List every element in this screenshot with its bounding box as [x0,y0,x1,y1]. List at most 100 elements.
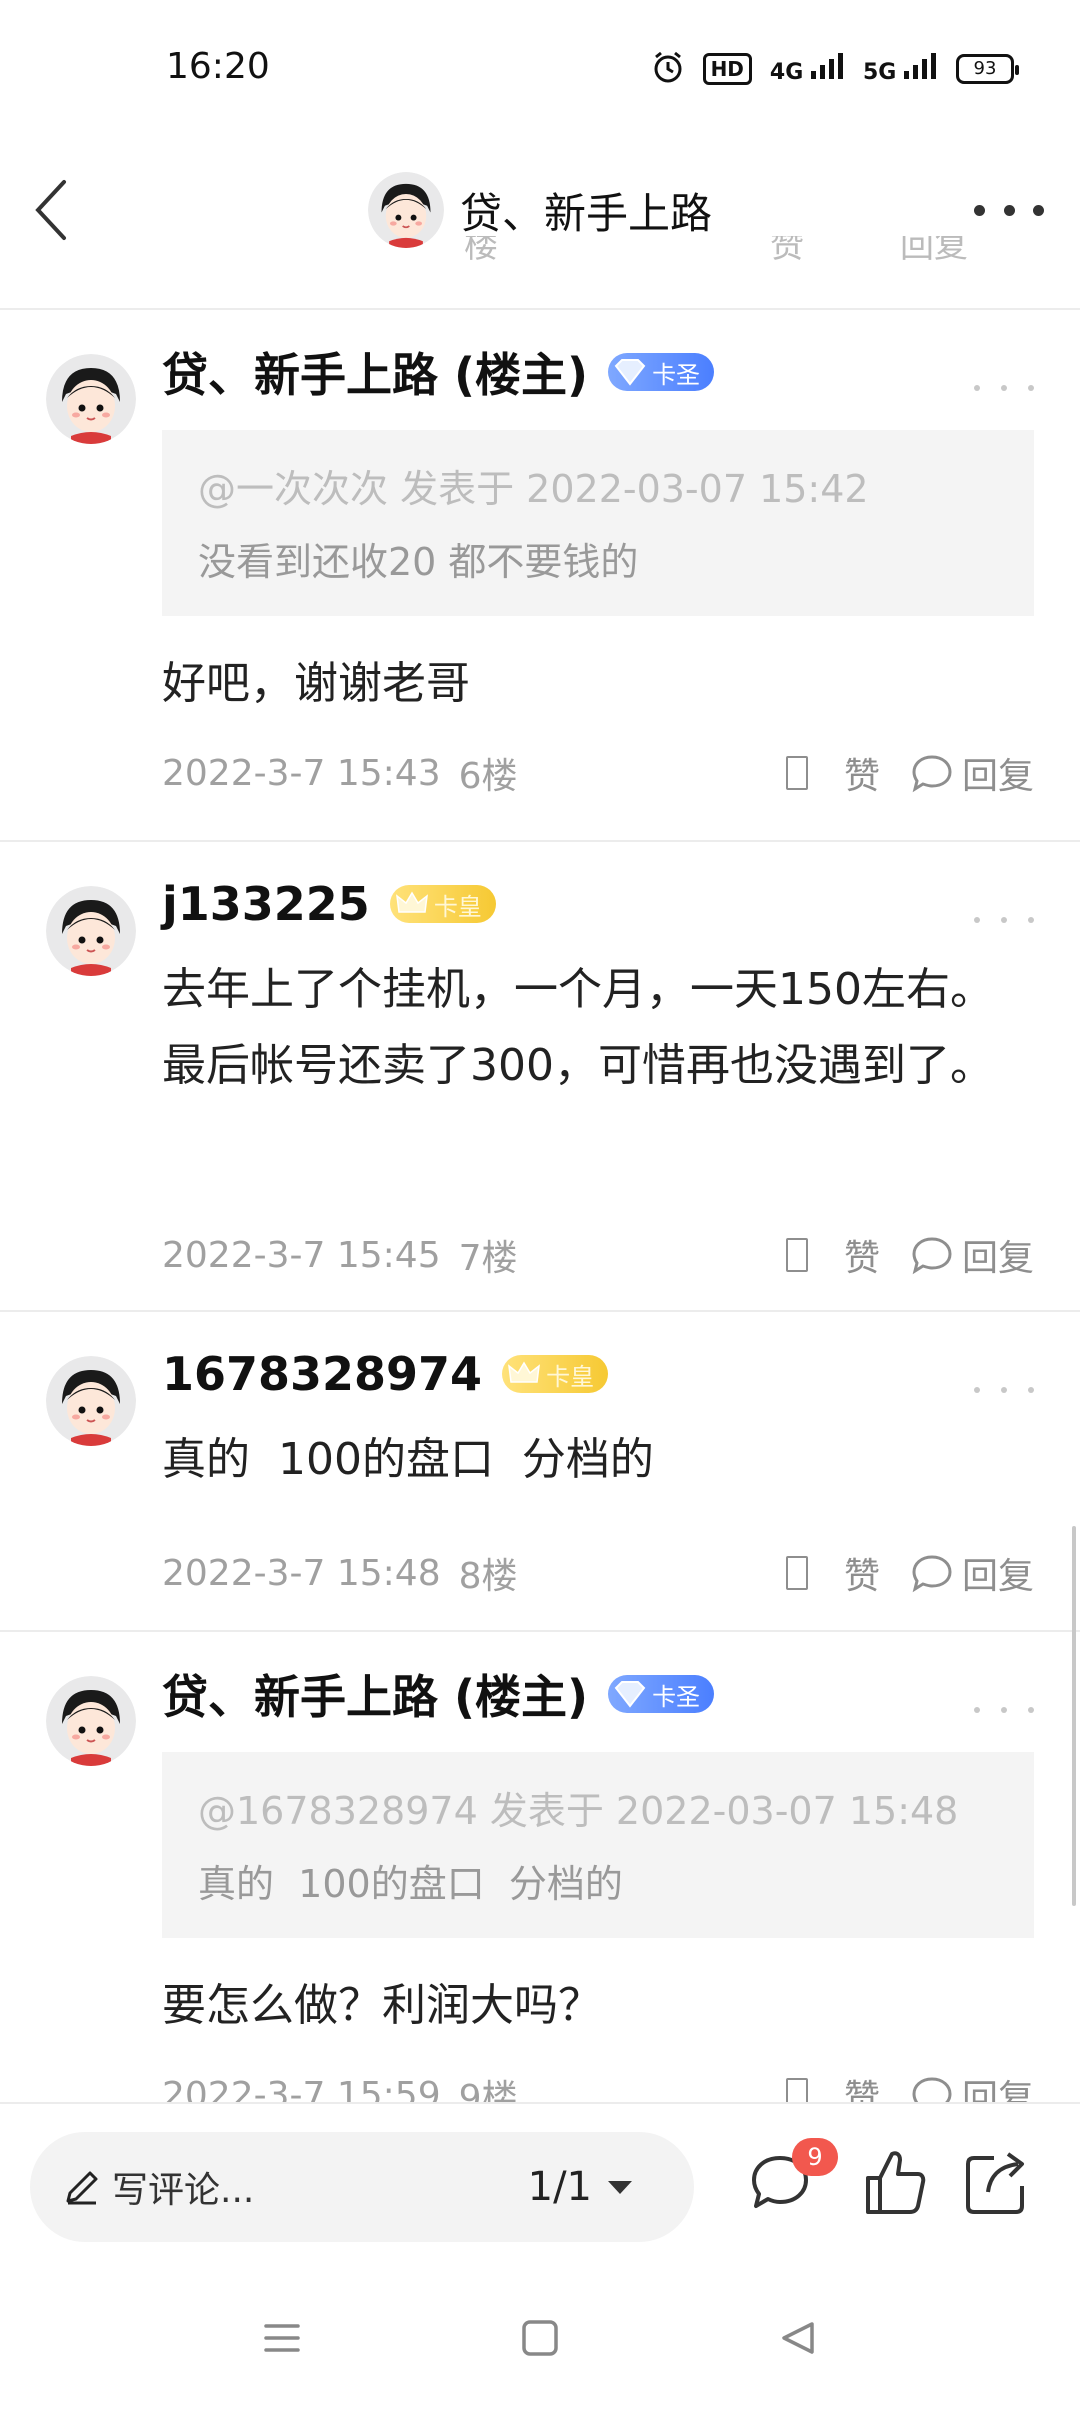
comment-actions: 赞 回复 [785,1547,1034,1599]
status-icons: HD 4G 5G 93 [651,50,1019,88]
partial-reply: 回复 [900,236,968,266]
quoted-reply[interactable]: @1678328974 发表于 2022-03-07 15:48 真的 100的… [162,1752,1034,1938]
comment-feed[interactable]: 贷、新手上路 (楼主) 卡圣 @一次次次 发表于 2022-03-07 15:4… [0,310,1080,2102]
crown-icon [390,885,434,923]
level-badge: 卡圣 [608,1675,715,1713]
author-name[interactable]: 贷、新手上路 (楼主) [162,1661,588,1727]
dot [1001,1387,1007,1393]
level-badge: 卡皇 [389,885,496,923]
more-options-button[interactable] [974,180,1044,240]
post-time: 2022-3-7 15:45 [162,1234,441,1276]
bottom-action-bar: 写评论... 1/1 9 [0,2102,1080,2276]
dot [974,385,980,391]
dot [974,1387,980,1393]
menu-icon[interactable] [260,2316,304,2360]
dot [1028,385,1034,391]
page-indicator: 1/1 [527,2164,592,2210]
reply-icon[interactable] [910,1553,954,1593]
dot [974,1707,980,1713]
diamond-icon [608,1675,652,1713]
like-icon[interactable] [785,756,808,790]
post-time: 2022-3-7 15:48 [162,1552,441,1594]
like-icon[interactable] [785,1556,808,1590]
more-dot [1033,204,1044,216]
badge-label: 卡圣 [652,360,701,389]
reply-icon[interactable] [910,2075,954,2102]
comment-actions: 赞 回复 [785,1229,1034,1281]
comment-item: j133225 卡皇 去年上了个挂机，一个月，一天150左右。最后帐号还卖了30… [0,842,1080,1312]
battery-icon: 93 [956,54,1019,84]
avatar[interactable] [46,354,136,444]
like-button[interactable]: 赞 [844,1229,880,1281]
quote-text: 真的 100的盘口 分档的 [198,1862,623,1906]
signal-5g-icon: 5G [863,53,938,85]
dot [1001,917,1007,923]
thumbs-up-icon[interactable] [860,2142,930,2222]
net1-label: 4G [769,60,804,85]
page-selector[interactable]: 1/1 [528,2132,632,2242]
comment-input[interactable]: 写评论... 1/1 [30,2132,694,2242]
avatar[interactable] [46,1356,136,1446]
level-badge: 卡皇 [502,1355,609,1393]
dot [1028,1707,1034,1713]
comment-actions: 赞 回复 [785,2069,1034,2102]
comment-more-button[interactable] [974,1380,1034,1400]
comment-text: 好吧，谢谢老哥 [162,658,470,709]
like-icon[interactable] [785,2078,808,2102]
comment-header: 1678328974 卡皇 [162,1342,609,1406]
diamond-icon [608,353,652,391]
like-button[interactable]: 赞 [844,1547,880,1599]
reply-button[interactable]: 回复 [962,1229,1034,1281]
floor-number: 8楼 [458,1556,518,1597]
partial-like: 赞 [770,236,804,266]
previous-post-partial: 楼 赞 回复 [0,236,1080,266]
dot [1028,1387,1034,1393]
comment-item: 1678328974 卡皇 真的 100的盘口 分档的 2022-3-7 15:… [0,1312,1080,1632]
share-icon[interactable] [960,2142,1030,2222]
dot [1001,1707,1007,1713]
author-name[interactable]: 1678328974 [162,1347,482,1401]
badge-label: 卡皇 [433,892,482,921]
avatar[interactable] [46,886,136,976]
comment-header: j133225 卡皇 [162,872,496,936]
more-dots-icon [974,204,985,216]
comment-more-button[interactable] [974,1700,1034,1720]
back-triangle-icon[interactable] [776,2316,820,2360]
post-time: 2022-3-7 15:43 [162,752,441,794]
floor-number: 9楼 [458,2078,518,2102]
net2-label: 5G [862,60,897,85]
level-badge: 卡圣 [608,353,715,391]
comment-header: 贷、新手上路 (楼主) 卡圣 [162,1661,715,1727]
reply-button[interactable]: 回复 [962,2069,1034,2102]
badge-label: 卡圣 [652,1682,701,1711]
comment-more-button[interactable] [974,378,1034,398]
comment-text: 去年上了个挂机，一个月，一天150左右。最后帐号还卖了300，可惜再也没遇到了。 [162,964,994,1091]
quote-meta: @1678328974 发表于 2022-03-07 15:48 [198,1789,959,1833]
post-time: 2022-3-7 15:59 [162,2074,441,2103]
crown-icon [502,1355,546,1393]
more-dot [1003,204,1015,216]
scrollbar[interactable] [1072,1526,1076,1906]
comment-text: 真的 100的盘口 分档的 [162,1434,654,1485]
quoted-reply[interactable]: @一次次次 发表于 2022-03-07 15:42 没看到还收20 都不要钱的 [162,430,1034,616]
avatar[interactable] [46,1676,136,1766]
comment-item: 贷、新手上路 (楼主) 卡圣 @一次次次 发表于 2022-03-07 15:4… [0,310,1080,842]
reply-button[interactable]: 回复 [962,747,1034,799]
system-navigation-bar [0,2276,1080,2412]
dot [974,917,980,923]
badge-label: 卡皇 [546,1362,595,1391]
reply-button[interactable]: 回复 [962,1547,1034,1599]
comment-more-button[interactable] [974,910,1034,930]
like-icon[interactable] [785,1238,808,1272]
status-time: 16:20 [166,46,270,87]
like-button[interactable]: 赞 [844,747,880,799]
author-name[interactable]: 贷、新手上路 (楼主) [162,339,588,405]
quote-meta: @一次次次 发表于 2022-03-07 15:42 [198,467,869,511]
home-icon[interactable] [518,2316,562,2360]
top-nav-bar: 贷、新手上路 [0,140,1080,290]
author-name[interactable]: j133225 [162,877,370,931]
reply-icon[interactable] [910,1235,954,1275]
reply-icon[interactable] [910,753,954,793]
like-button[interactable]: 赞 [844,2069,880,2102]
comment-placeholder: 写评论... [112,2170,255,2211]
